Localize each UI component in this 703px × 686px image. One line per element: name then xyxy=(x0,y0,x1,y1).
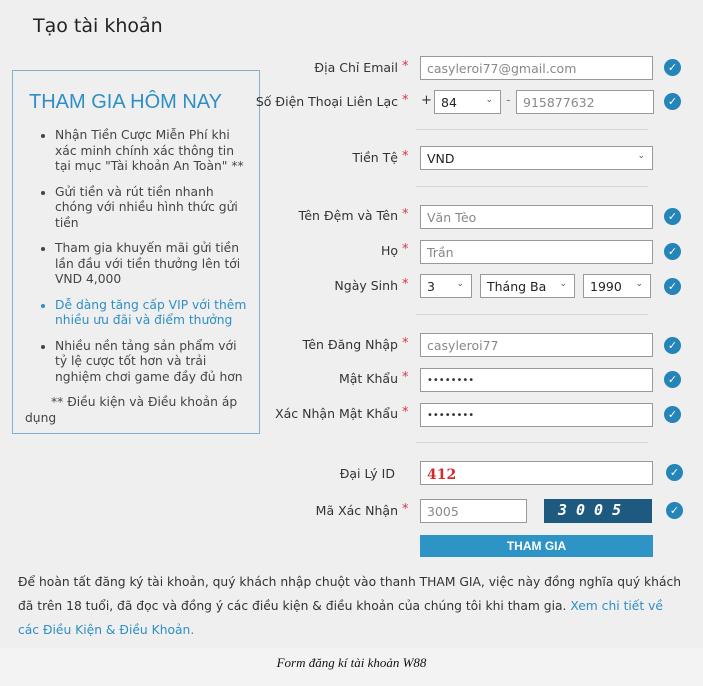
dob-month-select[interactable]: Tháng Ba ⌄ xyxy=(480,274,575,298)
promo-box: THAM GIA HÔM NAY Nhận Tiền Cược Miễn Phí… xyxy=(12,70,260,434)
dob-year-value: 1990 xyxy=(590,279,622,294)
chevron-down-icon: ⌄ xyxy=(485,95,493,105)
email-field[interactable]: casyleroi77@gmail.com xyxy=(420,56,653,80)
captcha-field[interactable]: 3005 xyxy=(420,499,527,523)
username-label: Tên Đăng Nhập xyxy=(302,337,398,352)
captcha-label: Mã Xác Nhận xyxy=(315,503,398,518)
page-title: Tạo tài khoản xyxy=(33,15,163,37)
dob-year-select[interactable]: 1990 ⌄ xyxy=(583,274,651,298)
required-mark: * xyxy=(402,370,409,385)
phone-label: Số Điện Thoại Liên Lạc xyxy=(255,94,398,109)
first-name-label: Tên Đệm và Tên xyxy=(298,208,398,223)
agent-id-label: Đại Lý ID xyxy=(339,466,395,481)
required-mark: * xyxy=(402,59,409,74)
email-label: Địa Chỉ Email xyxy=(314,60,398,75)
check-icon: ✓ xyxy=(664,243,681,260)
dob-label: Ngày Sinh xyxy=(334,278,398,293)
divider xyxy=(416,314,648,315)
check-icon: ✓ xyxy=(664,93,681,110)
password-field[interactable]: •••••••• xyxy=(420,368,653,392)
check-icon: ✓ xyxy=(664,278,681,295)
currency-value: VND xyxy=(427,151,455,166)
dob-day-value: 3 xyxy=(427,279,435,294)
currency-select[interactable]: VND ⌄ xyxy=(420,146,653,170)
dob-day-select[interactable]: 3 ⌄ xyxy=(420,274,472,298)
check-icon: ✓ xyxy=(664,337,681,354)
required-mark: * xyxy=(402,502,409,517)
promo-heading: THAM GIA HÔM NAY xyxy=(29,91,222,113)
currency-label: Tiền Tệ xyxy=(352,150,398,165)
terms-notice: Để hoàn tất đăng ký tài khoản, quý khách… xyxy=(18,570,683,642)
image-caption: Form đăng kí tài khoản W88 xyxy=(276,655,427,670)
check-icon: ✓ xyxy=(664,371,681,388)
required-mark: * xyxy=(402,149,409,164)
required-mark: * xyxy=(402,207,409,222)
divider xyxy=(416,186,648,187)
phone-dash: - xyxy=(506,93,511,108)
chevron-down-icon: ⌄ xyxy=(635,279,643,289)
required-mark: * xyxy=(402,277,409,292)
chevron-down-icon: ⌄ xyxy=(559,279,567,289)
check-icon: ✓ xyxy=(666,464,683,481)
check-icon: ✓ xyxy=(666,502,683,519)
required-mark: * xyxy=(402,336,409,351)
password-label: Mật Khẩu xyxy=(338,371,398,386)
phone-plus: + xyxy=(421,93,432,108)
chevron-down-icon: ⌄ xyxy=(637,151,645,161)
promo-item: Tham gia khuyến mãi gửi tiền lần đầu với… xyxy=(55,241,247,288)
divider xyxy=(416,129,648,130)
check-icon: ✓ xyxy=(664,208,681,225)
chevron-down-icon: ⌄ xyxy=(456,279,464,289)
required-mark: * xyxy=(402,93,409,108)
country-code-value: 84 xyxy=(441,95,457,110)
required-mark: * xyxy=(402,242,409,257)
confirm-password-label: Xác Nhận Mật Khẩu xyxy=(275,406,398,421)
promo-item: Gửi tiền và rút tiền nhanh chóng với nhi… xyxy=(55,185,247,232)
divider xyxy=(416,442,648,443)
promo-item: Nhận Tiền Cược Miễn Phí khi xác minh chí… xyxy=(55,128,247,175)
check-icon: ✓ xyxy=(664,59,681,76)
check-icon: ✓ xyxy=(664,406,681,423)
confirm-password-field[interactable]: •••••••• xyxy=(420,403,653,427)
username-field[interactable]: casyleroi77 xyxy=(420,333,653,357)
country-code-select[interactable]: 84 ⌄ xyxy=(434,90,501,114)
phone-field[interactable]: 915877632 xyxy=(516,90,654,114)
required-mark: * xyxy=(402,405,409,420)
captcha-image: 3005 xyxy=(544,499,652,523)
dob-month-value: Tháng Ba xyxy=(487,279,547,294)
first-name-field[interactable]: Văn Tèo xyxy=(420,205,653,229)
promo-item-vip: Dễ dàng tăng cấp VIP với thêm nhiều ưu đ… xyxy=(55,298,247,329)
promo-item: Nhiều nền tảng sản phẩm với tỷ lệ cược t… xyxy=(55,339,247,386)
last-name-field[interactable]: Trần xyxy=(420,240,653,264)
submit-button[interactable]: THAM GIA xyxy=(420,535,653,557)
promo-note: ** Điều kiện và Điều khoản áp dụng xyxy=(25,395,238,425)
last-name-label: Họ xyxy=(380,243,398,258)
agent-id-field[interactable]: 412 xyxy=(420,461,653,485)
